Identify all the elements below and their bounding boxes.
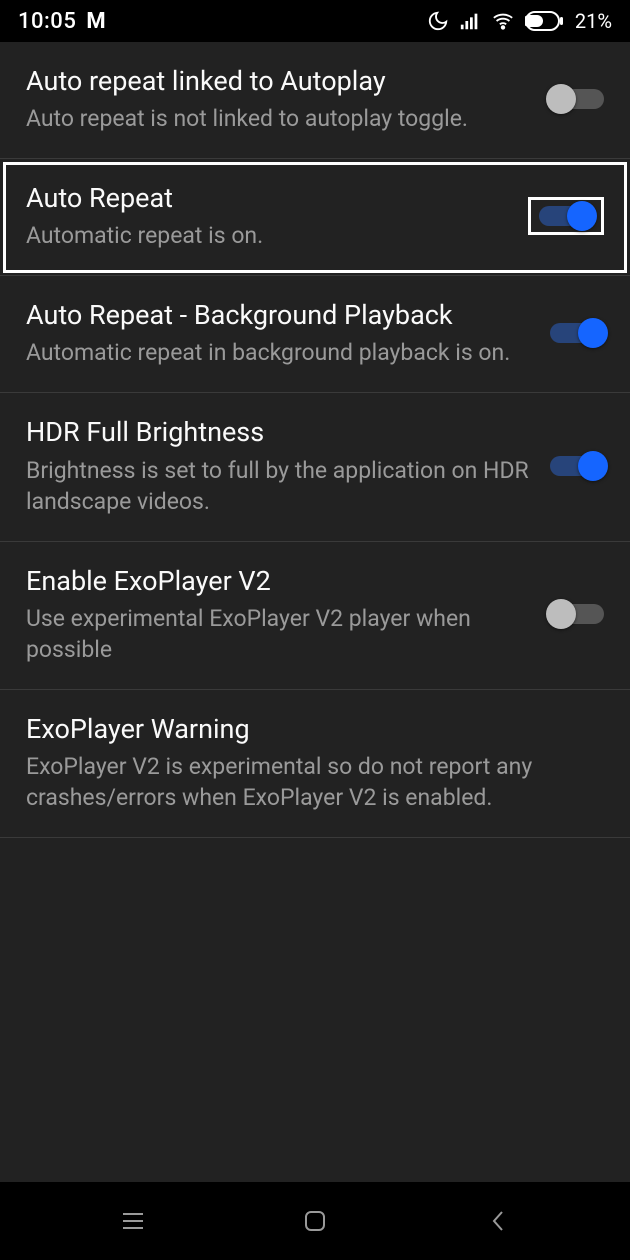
- setting-exoplayer-warning: ExoPlayer Warning ExoPlayer V2 is experi…: [0, 690, 630, 838]
- setting-subtitle: Use experimental ExoPlayer V2 player whe…: [26, 603, 532, 665]
- nav-recent-button[interactable]: [83, 1196, 183, 1246]
- setting-subtitle: Automatic repeat in background playback …: [26, 337, 532, 368]
- setting-enable-exoplayer-v2[interactable]: Enable ExoPlayer V2 Use experimental Exo…: [0, 542, 630, 690]
- navigation-bar: [0, 1182, 630, 1260]
- settings-list: Auto repeat linked to Autoplay Auto repe…: [0, 42, 630, 1182]
- setting-title: HDR Full Brightness: [26, 415, 532, 450]
- status-bar: 10:05 M 21%: [0, 0, 630, 42]
- setting-auto-repeat[interactable]: Auto Repeat Automatic repeat is on.: [0, 159, 630, 276]
- carrier-icon: M: [86, 9, 105, 34]
- nav-home-button[interactable]: [265, 1196, 365, 1246]
- toggle-auto-repeat-background[interactable]: [550, 323, 604, 343]
- battery-percent: 21%: [575, 9, 612, 33]
- toggle-enable-exoplayer-v2[interactable]: [550, 604, 604, 624]
- setting-subtitle: Auto repeat is not linked to autoplay to…: [26, 103, 532, 134]
- setting-subtitle: Automatic repeat is on.: [26, 220, 510, 251]
- toggle-auto-repeat-linked-autoplay[interactable]: [550, 89, 604, 109]
- setting-subtitle: Brightness is set to full by the applica…: [26, 455, 532, 517]
- setting-title: Enable ExoPlayer V2: [26, 564, 532, 599]
- setting-title: Auto repeat linked to Autoplay: [26, 64, 532, 99]
- wifi-icon: [491, 10, 515, 32]
- setting-subtitle: ExoPlayer V2 is experimental so do not r…: [26, 751, 586, 813]
- toggle-auto-repeat[interactable]: [539, 206, 593, 226]
- setting-hdr-full-brightness[interactable]: HDR Full Brightness Brightness is set to…: [0, 393, 630, 541]
- nav-back-button[interactable]: [448, 1196, 548, 1246]
- battery-icon: [525, 11, 565, 31]
- setting-auto-repeat-background[interactable]: Auto Repeat - Background Playback Automa…: [0, 276, 630, 393]
- setting-title: Auto Repeat: [26, 181, 510, 216]
- setting-title: Auto Repeat - Background Playback: [26, 298, 532, 333]
- signal-icon: [459, 10, 481, 32]
- status-time: 10:05: [18, 9, 76, 34]
- setting-auto-repeat-linked-autoplay[interactable]: Auto repeat linked to Autoplay Auto repe…: [0, 42, 630, 159]
- toggle-hdr-full-brightness[interactable]: [550, 456, 604, 476]
- dnd-moon-icon: [427, 10, 449, 32]
- setting-title: ExoPlayer Warning: [26, 712, 586, 747]
